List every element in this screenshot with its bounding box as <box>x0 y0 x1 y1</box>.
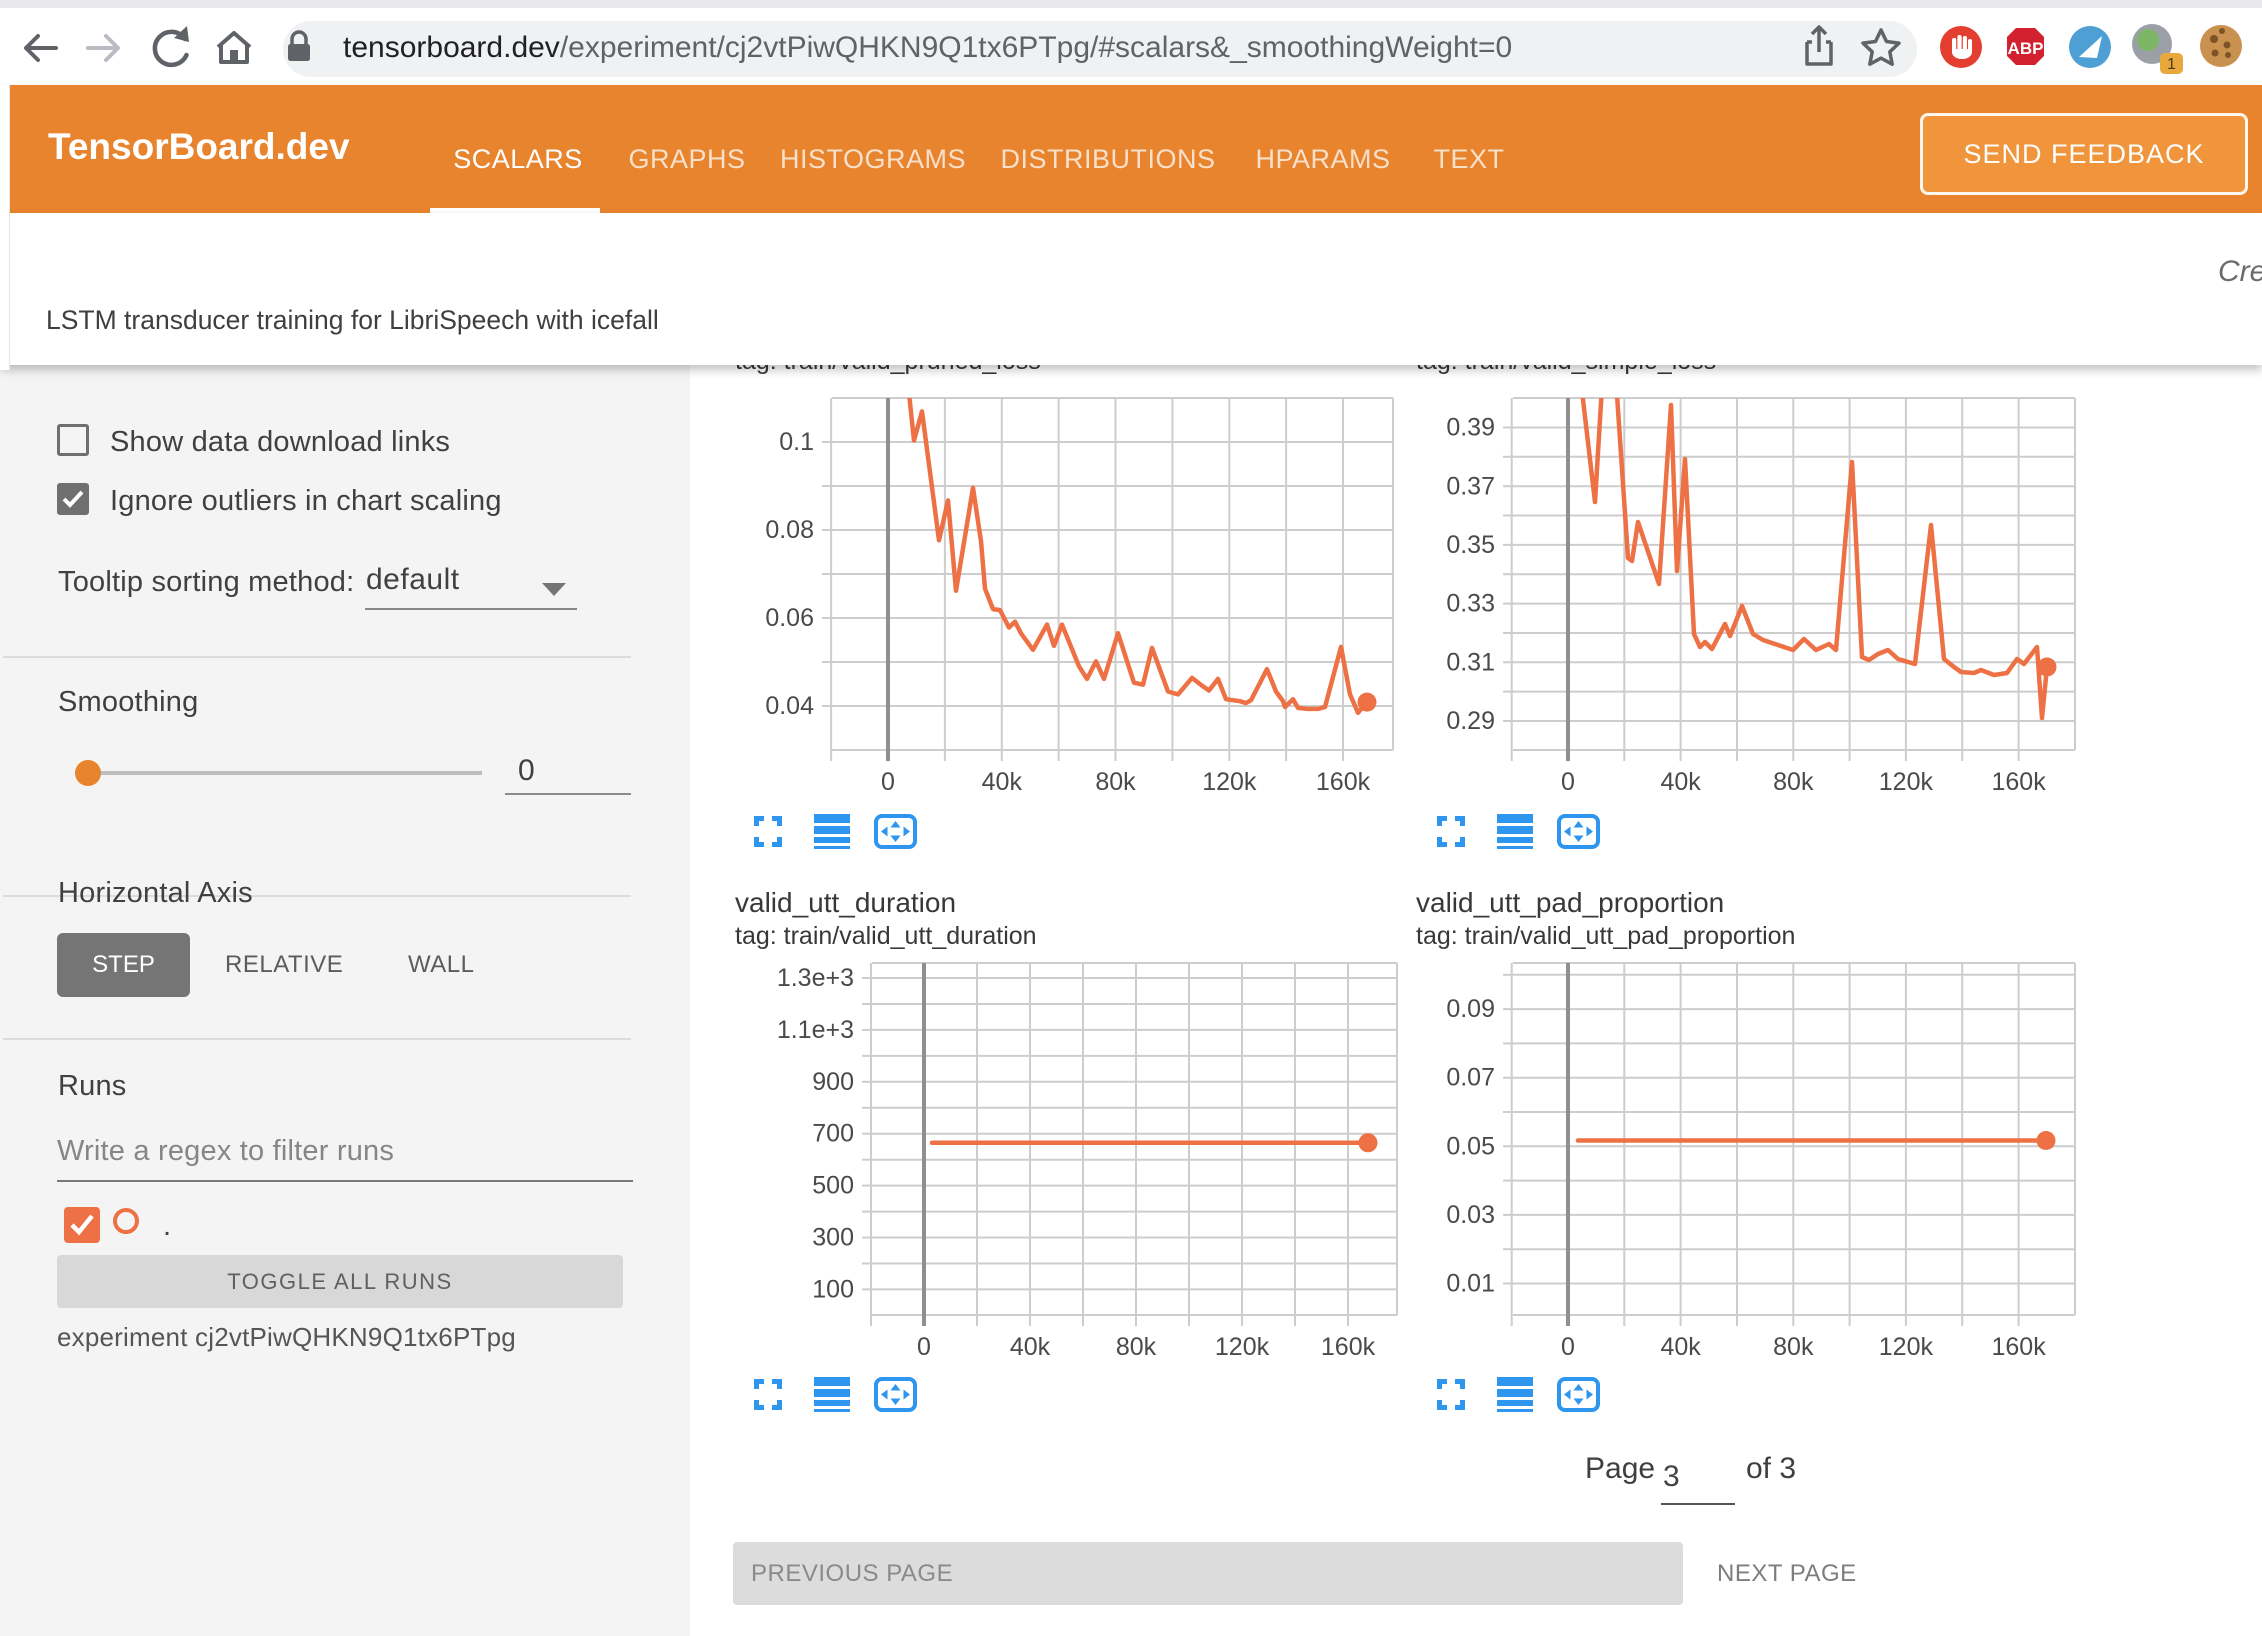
svg-text:0: 0 <box>917 1333 931 1361</box>
svg-text:0.03: 0.03 <box>1446 1201 1495 1229</box>
svg-text:120k: 120k <box>1215 1333 1270 1361</box>
svg-text:80k: 80k <box>1773 768 1814 796</box>
svg-text:0.08: 0.08 <box>765 516 814 544</box>
svg-text:0: 0 <box>1561 1333 1575 1361</box>
svg-text:40k: 40k <box>1660 1333 1701 1361</box>
svg-text:tag: train/valid_simple_loss: tag: train/valid_simple_loss <box>1416 365 1716 375</box>
svg-text:700: 700 <box>812 1120 854 1148</box>
svg-text:500: 500 <box>812 1172 854 1200</box>
svg-text:valid_utt_duration: valid_utt_duration <box>735 887 956 918</box>
svg-text:tag: train/valid_pruned_loss: tag: train/valid_pruned_loss <box>735 365 1041 375</box>
svg-text:ABP: ABP <box>2008 39 2044 58</box>
svg-text:120k: 120k <box>1879 768 1934 796</box>
svg-text:tag: train/valid_utt_duration: tag: train/valid_utt_duration <box>735 922 1037 950</box>
svg-text:0.07: 0.07 <box>1446 1064 1495 1092</box>
svg-text:0.01: 0.01 <box>1446 1270 1495 1298</box>
svg-text:0.39: 0.39 <box>1446 414 1495 442</box>
svg-text:0.1: 0.1 <box>779 428 814 456</box>
svg-text:120k: 120k <box>1879 1333 1934 1361</box>
svg-text:0.29: 0.29 <box>1446 707 1495 735</box>
svg-text:0.09: 0.09 <box>1446 995 1495 1023</box>
svg-text:40k: 40k <box>1010 1333 1051 1361</box>
svg-text:valid_utt_pad_proportion: valid_utt_pad_proportion <box>1416 887 1724 918</box>
svg-text:0.31: 0.31 <box>1446 648 1495 676</box>
svg-text:0.33: 0.33 <box>1446 590 1495 618</box>
svg-text:40k: 40k <box>982 768 1023 796</box>
svg-text:160k: 160k <box>1991 1333 2046 1361</box>
svg-text:100: 100 <box>812 1275 854 1303</box>
svg-text:80k: 80k <box>1116 1333 1157 1361</box>
svg-text:0.04: 0.04 <box>765 692 814 720</box>
svg-text:0: 0 <box>881 768 895 796</box>
svg-text:80k: 80k <box>1773 1333 1814 1361</box>
svg-text:80k: 80k <box>1095 768 1136 796</box>
svg-text:0.05: 0.05 <box>1446 1132 1495 1160</box>
svg-text:0.35: 0.35 <box>1446 531 1495 559</box>
svg-text:160k: 160k <box>1321 1333 1376 1361</box>
svg-text:0.06: 0.06 <box>765 604 814 632</box>
svg-text:40k: 40k <box>1660 768 1701 796</box>
svg-text:900: 900 <box>812 1068 854 1096</box>
svg-text:tag: train/valid_utt_pad_propo: tag: train/valid_utt_pad_proportion <box>1416 922 1795 950</box>
svg-text:1: 1 <box>2167 56 2176 73</box>
svg-text:1.3e+3: 1.3e+3 <box>777 964 854 992</box>
svg-text:300: 300 <box>812 1224 854 1252</box>
svg-text:160k: 160k <box>1316 768 1371 796</box>
svg-text:0.37: 0.37 <box>1446 472 1495 500</box>
svg-text:0: 0 <box>1561 768 1575 796</box>
svg-text:120k: 120k <box>1202 768 1257 796</box>
svg-text:1.1e+3: 1.1e+3 <box>777 1016 854 1044</box>
svg-text:160k: 160k <box>1991 768 2046 796</box>
